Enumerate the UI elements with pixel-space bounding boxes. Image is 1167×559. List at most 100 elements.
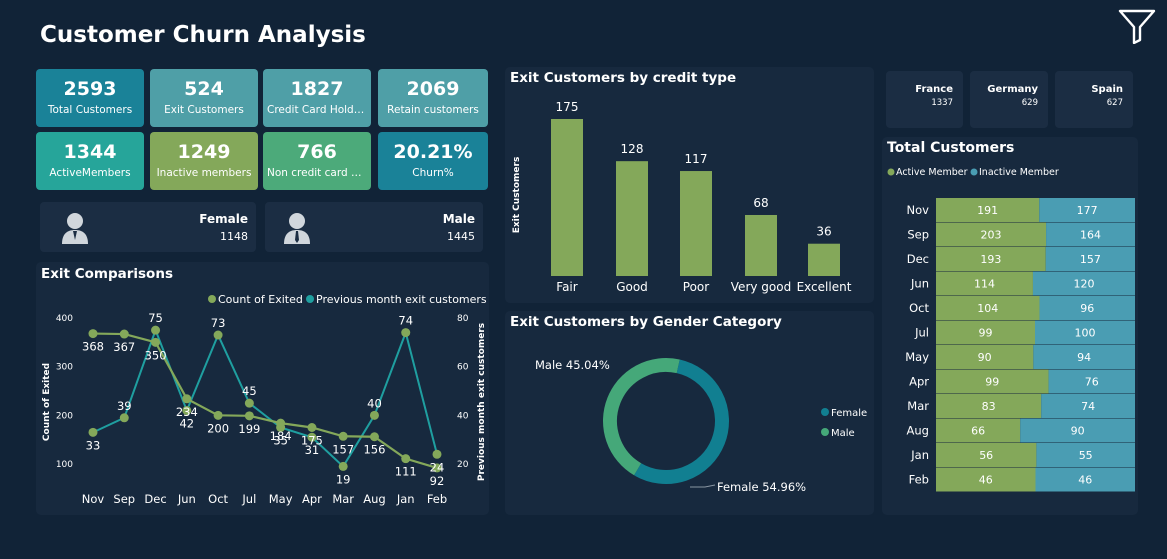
- kpi-label: ActiveMembers: [49, 167, 131, 179]
- kpi-inactive-members[interactable]: 1249 Inactive members: [150, 132, 258, 190]
- y-tick-label: Feb: [909, 473, 929, 487]
- bar-value-active: 104: [977, 302, 998, 315]
- bar-value-inactive: 74: [1081, 400, 1095, 413]
- data-point-exited: [369, 432, 379, 442]
- filter-icon[interactable]: [1118, 8, 1156, 44]
- male-card[interactable]: Male 1445: [265, 202, 483, 252]
- legend-marker-inactive: [970, 168, 978, 176]
- bar-poor: [680, 171, 712, 276]
- kpi-value: 1827: [290, 78, 344, 100]
- x-tick-label: Jan: [396, 492, 415, 506]
- y2-tick-label: 20: [457, 460, 469, 470]
- kpi-value: 2593: [63, 78, 117, 100]
- bar-value-inactive: 96: [1080, 302, 1094, 315]
- x-tick-label: Poor: [683, 280, 709, 294]
- data-label-exited: 199: [238, 422, 260, 436]
- data-point-previous: [369, 410, 379, 420]
- y-tick-label: Apr: [909, 375, 929, 389]
- data-point-exited: [151, 337, 161, 347]
- y-tick-label: May: [905, 350, 929, 364]
- data-point-previous: [244, 398, 254, 408]
- data-label-previous: 73: [211, 316, 226, 330]
- kpi-active-members[interactable]: 1344 ActiveMembers: [36, 132, 144, 190]
- kpi-exit-customers[interactable]: 524 Exit Customers: [150, 69, 258, 127]
- data-label-exited: 367: [113, 340, 135, 354]
- y-axis-label: Count of Exited: [42, 363, 52, 441]
- bar-value-inactive: 90: [1071, 425, 1085, 438]
- data-point-previous: [213, 330, 223, 340]
- slice-label-male: Male 45.04%: [535, 358, 610, 372]
- kpi-label: Churn%: [412, 167, 454, 179]
- bar-fair: [551, 119, 583, 276]
- x-tick-label: May: [269, 492, 293, 506]
- bar-value-inactive: 120: [1073, 278, 1094, 291]
- page-title: Customer Churn Analysis: [40, 22, 366, 48]
- bar-value-inactive: 46: [1078, 474, 1092, 487]
- kpi-label: Retain customers: [387, 104, 479, 116]
- slice-label-female: Female 54.96%: [717, 480, 806, 494]
- bar-value-label: 68: [753, 196, 768, 210]
- bar-value-inactive: 157: [1080, 253, 1101, 266]
- bar-value-active: 90: [978, 351, 992, 364]
- gender-donut-chart[interactable]: Male 45.04% Female 54.96% Female Male: [505, 311, 874, 515]
- legend-marker-previous: [306, 295, 314, 303]
- y-tick-label: Aug: [907, 424, 929, 438]
- y-axis-label: Exit Customers: [512, 157, 522, 234]
- y-tick-label: Jul: [914, 326, 929, 340]
- kpi-value: 2069: [406, 78, 460, 100]
- x-tick-label: Apr: [302, 492, 322, 506]
- female-card[interactable]: Female 1148: [40, 202, 256, 252]
- y-tick-label: Mar: [907, 399, 929, 413]
- country-name: Germany: [987, 84, 1038, 95]
- y2-tick-label: 80: [457, 314, 469, 324]
- y-tick-label: Jun: [910, 277, 929, 291]
- bar-value-label: 36: [816, 225, 831, 239]
- y-tick-label: Dec: [907, 252, 929, 266]
- y2-axis-label: Previous month exit customers: [477, 323, 487, 481]
- kpi-churn-percent[interactable]: 20.21% Churn%: [378, 132, 488, 190]
- data-label-exited: 111: [395, 465, 417, 479]
- data-point-exited: [307, 423, 317, 432]
- country-card-france[interactable]: France 1337: [886, 71, 963, 128]
- kpi-label: Inactive members: [156, 167, 252, 179]
- y2-tick-label: 40: [457, 411, 469, 421]
- data-point-previous: [432, 449, 442, 459]
- data-point-previous: [338, 461, 348, 471]
- data-label-previous: 42: [179, 416, 194, 430]
- data-point-exited: [338, 431, 348, 441]
- kpi-total-customers[interactable]: 2593 Total Customers: [36, 69, 144, 127]
- country-card-spain[interactable]: Spain 627: [1055, 71, 1133, 128]
- exit-comparisons-panel: Exit Comparisons Count of Exited Previous…: [36, 262, 489, 515]
- x-tick-label: Nov: [82, 492, 105, 506]
- data-point-previous: [119, 413, 129, 423]
- credit-type-chart[interactable]: Exit Customers 175 Fair 128 Good 117 Poor 68 Ver…: [505, 67, 874, 303]
- total-customers-chart[interactable]: Active Member Inactive Member Nov 191 177 Sep…: [882, 137, 1138, 515]
- x-tick-label: Dec: [144, 492, 166, 506]
- x-tick-label: Sep: [113, 492, 135, 506]
- y-tick-label: 200: [56, 411, 73, 421]
- male-label: Male: [442, 212, 475, 226]
- data-label-exited: 156: [363, 443, 385, 457]
- country-count: 1337: [931, 98, 953, 108]
- data-point-exited: [119, 329, 129, 339]
- kpi-credit-card-holders[interactable]: 1827 Credit Card Holders: [263, 69, 371, 127]
- x-tick-label: Mar: [332, 492, 354, 506]
- country-count: 629: [1021, 98, 1038, 108]
- credit-type-panel: Exit Customers by credit type Exit Custo…: [505, 67, 874, 303]
- bar-value-label: 175: [556, 100, 579, 114]
- kpi-label: Credit Card Holders: [267, 104, 370, 116]
- bar-value-inactive: 76: [1085, 376, 1099, 389]
- bar-value-inactive: 55: [1079, 449, 1093, 462]
- data-label-previous: 35: [273, 434, 288, 448]
- data-point-exited: [213, 410, 223, 420]
- x-tick-label: Good: [616, 280, 648, 294]
- total-customers-panel: Total Customers Active Member Inactive Me…: [882, 137, 1138, 515]
- kpi-non-credit-card-holders[interactable]: 766 Non credit card h...: [263, 132, 371, 190]
- bar-value-active: 191: [977, 204, 998, 217]
- legend-marker-exited: [208, 295, 216, 303]
- exit-comparisons-chart[interactable]: Count of Exited Previous month exit custo…: [36, 262, 489, 515]
- data-point-exited: [276, 418, 286, 428]
- kpi-value: 1344: [63, 141, 117, 163]
- country-card-germany[interactable]: Germany 629: [970, 71, 1048, 128]
- kpi-retain-customers[interactable]: 2069 Retain customers: [378, 69, 488, 127]
